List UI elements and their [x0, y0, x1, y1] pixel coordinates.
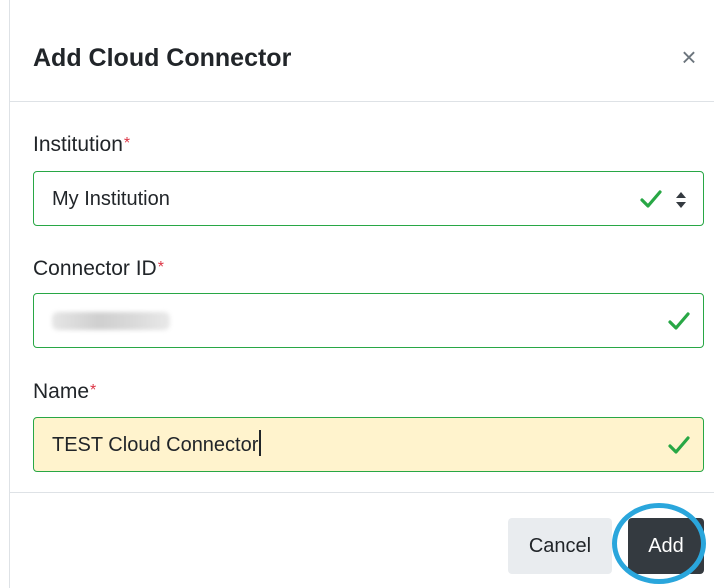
check-icon	[640, 190, 662, 208]
modal-header: Add Cloud Connector ×	[10, 0, 714, 102]
institution-label-text: Institution	[33, 133, 123, 156]
close-icon: ×	[681, 42, 697, 72]
name-input[interactable]: TEST Cloud Connector	[33, 417, 704, 472]
close-button[interactable]: ×	[675, 42, 703, 72]
cancel-button[interactable]: Cancel	[508, 518, 612, 574]
name-label: Name*	[33, 377, 96, 407]
required-marker: *	[157, 259, 164, 276]
name-input-text: TEST Cloud Connector	[52, 434, 259, 456]
institution-select-value: My Institution	[52, 188, 170, 210]
connector-id-label-text: Connector ID	[33, 257, 157, 280]
connector-id-input[interactable]	[33, 293, 704, 348]
name-label-text: Name	[33, 380, 90, 403]
sort-arrows-icon	[676, 192, 686, 208]
dialog-title: Add Cloud Connector	[33, 44, 292, 72]
institution-select[interactable]: My Institution	[33, 171, 704, 226]
institution-label: Institution*	[33, 130, 130, 160]
check-icon	[668, 312, 690, 330]
check-icon	[668, 436, 690, 454]
required-marker: *	[90, 382, 97, 399]
required-marker: *	[123, 135, 131, 152]
text-cursor	[259, 430, 261, 456]
redacted-connector-id	[52, 312, 170, 330]
connector-id-label: Connector ID*	[33, 254, 164, 284]
add-cloud-connector-dialog: Add Cloud Connector × Institution* My In…	[0, 0, 714, 588]
add-button[interactable]: Add	[628, 518, 704, 574]
name-input-value: TEST Cloud Connector	[52, 430, 261, 460]
modal-footer: Cancel Add	[10, 492, 714, 588]
